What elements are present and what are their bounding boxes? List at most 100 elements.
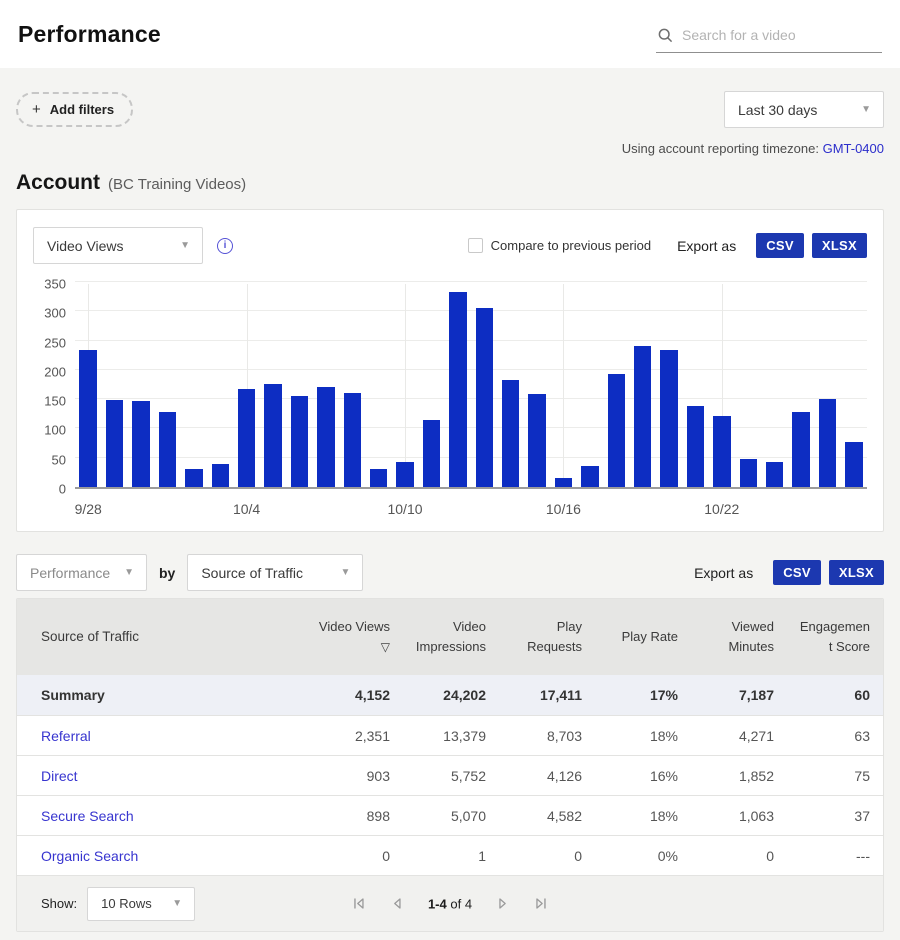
search-icon: [658, 28, 673, 43]
previous-page-button[interactable]: [390, 897, 404, 911]
column-header-label: Play Rate: [622, 627, 678, 647]
cell-value: 4,126: [499, 768, 595, 784]
secondary-select-value: Source of Traffic: [201, 565, 303, 581]
x-axis-label: 10/16: [546, 501, 581, 517]
chart-x-axis: 9/2810/410/1010/1610/22: [75, 489, 867, 521]
chart-bar: [819, 399, 836, 487]
plus-icon: +: [32, 101, 41, 118]
chart-bar: [766, 462, 783, 487]
add-filters-button[interactable]: + Add filters: [16, 92, 133, 127]
first-page-button[interactable]: [352, 897, 366, 911]
chart-bar-slot: [75, 284, 101, 487]
export-xlsx-button[interactable]: XLSX: [829, 560, 884, 585]
summary-row: Summary4,15224,20217,41117%7,18760: [17, 675, 883, 715]
summary-label: Summary: [17, 687, 307, 703]
export-csv-button[interactable]: CSV: [756, 233, 804, 258]
chart-bar-slot: [233, 284, 259, 487]
secondary-dimension-select[interactable]: Source of Traffic ▼: [187, 554, 363, 591]
chart-controls-right: Compare to previous period Export as CSV…: [468, 233, 867, 258]
traffic-source-link: Referral: [17, 728, 307, 744]
date-range-value: Last 30 days: [738, 102, 817, 118]
next-page-button[interactable]: [496, 897, 510, 911]
metric-select-value: Video Views: [47, 238, 124, 254]
chart-bar-slot: [313, 284, 339, 487]
chart-bar-slot: [814, 284, 840, 487]
compare-checkbox[interactable]: [468, 238, 483, 253]
rows-per-page-select[interactable]: 10 Rows ▼: [87, 887, 195, 921]
cell-value: ---: [787, 848, 883, 864]
chart-bar-slot: [498, 284, 524, 487]
chart-bar: [528, 394, 545, 487]
chart-bar: [608, 374, 625, 487]
chart-bar-slot: [577, 284, 603, 487]
table-footer: Show: 10 Rows ▼ 1-4 of 4: [17, 875, 883, 931]
column-header[interactable]: Engagement Score: [787, 607, 883, 667]
column-header[interactable]: Play Requests: [499, 607, 595, 667]
chart-bar-slot: [181, 284, 207, 487]
cell-value: 903: [307, 768, 403, 784]
chart-bar: [106, 400, 123, 487]
cell-value: 1,852: [691, 768, 787, 784]
chevron-down-icon: ▼: [861, 104, 871, 115]
chart-bar: [423, 420, 440, 487]
cell-value: 63: [787, 728, 883, 744]
chart-bar-slot: [154, 284, 180, 487]
page-range-label: 1-4 of 4: [428, 896, 472, 911]
column-header[interactable]: Source of Traffic: [17, 617, 307, 658]
show-label: Show:: [41, 896, 77, 911]
column-header[interactable]: Video Views ▽: [307, 607, 403, 667]
info-icon[interactable]: i: [217, 238, 233, 254]
chart-bar-slot: [445, 284, 471, 487]
column-header[interactable]: Viewed Minutes: [691, 607, 787, 667]
timezone-note-text: Using account reporting timezone:: [622, 141, 823, 156]
chart-bar: [344, 393, 361, 487]
chart-bar: [740, 459, 757, 487]
x-axis-label: 10/4: [233, 501, 260, 517]
column-header-label: Source of Traffic: [41, 627, 139, 648]
column-header[interactable]: Play Rate: [595, 617, 691, 657]
date-range-select[interactable]: Last 30 days ▼: [724, 91, 884, 128]
rows-per-page-value: 10 Rows: [101, 896, 152, 911]
top-header: Performance: [0, 0, 900, 68]
traffic-source-link[interactable]: Referral: [41, 728, 91, 744]
traffic-source-link[interactable]: Direct: [41, 768, 78, 784]
chart-bar: [634, 346, 651, 487]
sort-desc-icon: ▽: [381, 640, 390, 654]
search-input[interactable]: [682, 27, 880, 43]
chart-bar: [212, 464, 229, 487]
page-title: Performance: [18, 21, 161, 48]
chart-bar: [317, 387, 334, 487]
last-page-button[interactable]: [534, 897, 548, 911]
metric-select[interactable]: Video Views ▼: [33, 227, 203, 264]
chevron-down-icon: ▼: [340, 567, 350, 578]
chart-bar-slot: [841, 284, 867, 487]
timezone-link[interactable]: GMT-0400: [823, 141, 884, 156]
cell-value: 18%: [595, 728, 691, 744]
export-as-label: Export as: [694, 565, 753, 581]
cell-value: 2,351: [307, 728, 403, 744]
traffic-source-link[interactable]: Organic Search: [41, 848, 138, 864]
column-header[interactable]: Video Impressions: [403, 607, 499, 667]
chart-bar: [159, 412, 176, 487]
dimension-select[interactable]: Performance ▼: [16, 554, 147, 591]
chart-controls-left: Video Views ▼ i: [33, 227, 233, 264]
chart-bar-slot: [392, 284, 418, 487]
cell-value: 17%: [595, 687, 691, 703]
chart-bar-slot: [550, 284, 576, 487]
chart-bar: [581, 466, 598, 487]
column-header-label: Play Requests: [510, 617, 582, 657]
pagination: 1-4 of 4: [352, 896, 548, 911]
chart-bar-slot: [735, 284, 761, 487]
main-content: + Add filters Last 30 days ▼ Using accou…: [0, 68, 900, 940]
traffic-source-link[interactable]: Secure Search: [41, 808, 134, 824]
video-search: [656, 23, 882, 53]
chevron-down-icon: ▼: [172, 898, 182, 909]
chart-bar: [476, 308, 493, 487]
table-row: Secure Search8985,0704,58218%1,06337: [17, 795, 883, 835]
export-xlsx-button[interactable]: XLSX: [812, 233, 867, 258]
chart-bar: [660, 350, 677, 487]
x-axis-label: 10/10: [387, 501, 422, 517]
chart-bar: [555, 478, 572, 487]
export-csv-button[interactable]: CSV: [773, 560, 821, 585]
chart-bar: [502, 380, 519, 487]
